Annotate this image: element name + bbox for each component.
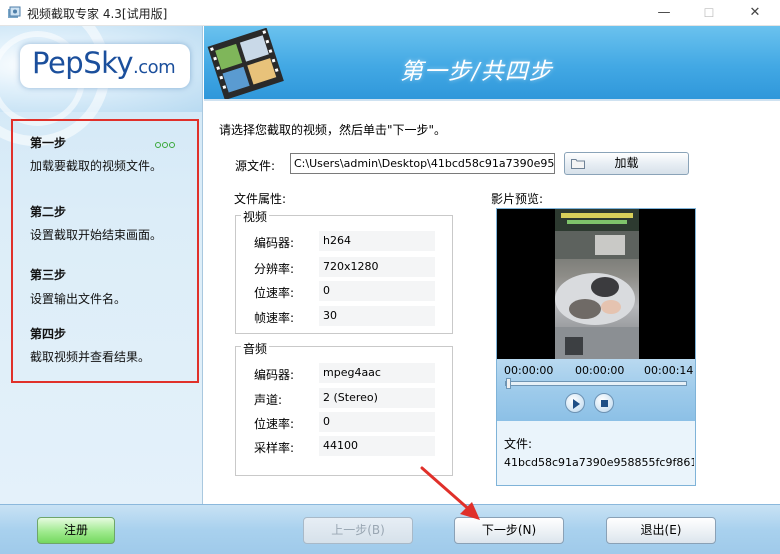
- header-banner: 第一步/共四步: [204, 26, 780, 100]
- audio-codec-label: 编码器:: [254, 368, 295, 382]
- logo: PepSky.com: [20, 44, 190, 88]
- audio-legend: 音频: [241, 340, 270, 357]
- step-3-desc: 设置输出文件名。: [30, 292, 127, 306]
- step-4-desc: 截取视频并查看结果。: [30, 350, 151, 364]
- video-legend: 视频: [241, 208, 270, 225]
- video-codec-label: 编码器:: [254, 236, 295, 250]
- audio-bitrate-label: 位速率:: [254, 417, 295, 431]
- stop-icon: [601, 400, 608, 407]
- video-framerate-label: 帧速率:: [254, 311, 295, 325]
- video-codec-value: h264: [319, 231, 435, 251]
- minimize-button[interactable]: —: [641, 0, 687, 26]
- window-title: 视频截取专家 4.3[试用版]: [27, 7, 168, 21]
- time-current: 00:00:00: [575, 364, 625, 377]
- step-1-title: 第一步: [30, 136, 67, 150]
- audio-samplerate-label: 采样率:: [254, 441, 295, 455]
- audio-codec-value: mpeg4aac: [319, 363, 435, 383]
- video-bitrate-value: 0: [319, 281, 435, 301]
- video-resolution-label: 分辨率:: [254, 262, 295, 276]
- bottom-bar: 注册 上一步(B) 下一步(N) 退出(E): [0, 504, 780, 554]
- time-end: 00:00:14: [644, 364, 694, 377]
- time-start: 00:00:00: [504, 364, 554, 377]
- step-3-title: 第三步: [30, 268, 67, 282]
- step-1-desc: 加载要截取的视频文件。: [30, 159, 163, 173]
- preview-file-name: 41bcd58c91a7390e958855fc9f861559.n: [504, 456, 694, 469]
- video-preview-panel: 00:00:00 00:00:00 00:00:14 文件: 41bcd58c9…: [496, 208, 696, 486]
- seek-thumb[interactable]: [506, 378, 511, 389]
- step-4-title: 第四步: [30, 327, 67, 341]
- play-icon: [573, 399, 580, 409]
- film-strip-icon: [207, 28, 284, 100]
- logo-suffix: .com: [133, 57, 176, 78]
- loading-dots-icon: [155, 137, 176, 151]
- step-2-desc: 设置截取开始结束画面。: [30, 228, 163, 242]
- register-button[interactable]: 注册: [37, 517, 115, 544]
- preview-file-label: 文件:: [504, 437, 533, 451]
- stop-button[interactable]: [594, 393, 614, 413]
- play-button[interactable]: [565, 393, 585, 413]
- logo-main: PepSky: [32, 46, 134, 80]
- source-file-label: 源文件:: [235, 159, 276, 173]
- close-button[interactable]: ✕: [732, 0, 778, 26]
- video-framerate-value: 30: [319, 306, 435, 326]
- file-properties-label: 文件属性:: [234, 192, 287, 206]
- audio-channels-value: 2 (Stereo): [319, 388, 435, 408]
- audio-channels-label: 声道:: [254, 393, 283, 407]
- instruction-text: 请选择您截取的视频，然后单击"下一步"。: [219, 123, 447, 137]
- audio-bitrate-value: 0: [319, 412, 435, 432]
- step-2-title: 第二步: [30, 205, 67, 219]
- folder-icon: [571, 159, 585, 169]
- player-controls: 00:00:00 00:00:00 00:00:14: [497, 359, 695, 421]
- app-icon: [8, 6, 21, 18]
- exit-button[interactable]: 退出(E): [606, 517, 716, 544]
- next-step-button[interactable]: 下一步(N): [454, 517, 564, 544]
- preview-file-info: 文件: 41bcd58c91a7390e958855fc9f861559.n: [497, 421, 695, 485]
- preview-label: 影片预览:: [491, 192, 544, 206]
- title-bar: 视频截取专家 4.3[试用版] — ☐ ✕: [0, 0, 780, 26]
- video-display: [497, 209, 695, 359]
- header-divider: [204, 99, 780, 101]
- video-frame-image: [555, 209, 639, 359]
- sidebar: PepSky.com 第一步 加载要截取的视频文件。 第二步 设置截取开始结束画…: [0, 26, 203, 504]
- previous-step-button[interactable]: 上一步(B): [303, 517, 413, 544]
- video-frame: [555, 209, 639, 359]
- step-heading: 第一步/共四步: [400, 59, 553, 85]
- source-file-input[interactable]: C:\Users\admin\Desktop\41bcd58c91a7390e9…: [290, 153, 555, 174]
- load-button[interactable]: 加载: [564, 152, 689, 175]
- seek-bar[interactable]: [505, 381, 687, 386]
- load-button-label: 加载: [614, 156, 639, 170]
- logo-area: PepSky.com: [0, 26, 202, 146]
- audio-samplerate-value: 44100: [319, 436, 435, 456]
- maximize-button[interactable]: ☐: [686, 0, 732, 26]
- video-resolution-value: 720x1280: [319, 257, 435, 277]
- video-bitrate-label: 位速率:: [254, 286, 295, 300]
